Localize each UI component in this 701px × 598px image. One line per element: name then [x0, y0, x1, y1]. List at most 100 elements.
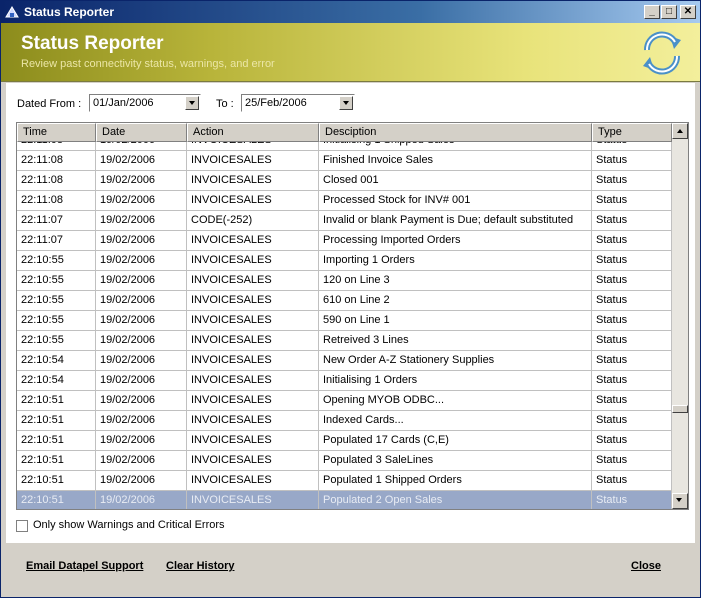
- cell-time: 22:10:51: [17, 451, 96, 471]
- banner-heading: Status Reporter: [21, 33, 164, 54]
- vertical-scrollbar[interactable]: [672, 123, 688, 509]
- to-label: To :: [216, 98, 234, 110]
- table-row[interactable]: 22:11:07 19/02/2006 CODE(-252) Invalid or b…: [17, 211, 672, 231]
- cell-time: 22:10:55: [17, 291, 96, 311]
- cell-type: Status: [592, 411, 672, 431]
- to-date-value: 25/Feb/2006: [245, 97, 307, 109]
- cell-time: 22:10:54: [17, 371, 96, 391]
- cell-description: Initialising 1 Orders: [319, 371, 592, 391]
- cell-description: Processing Imported Orders: [319, 231, 592, 251]
- scroll-thumb[interactable]: [672, 405, 688, 413]
- dated-from-dropdown-button[interactable]: [185, 96, 199, 110]
- cell-time: 22:10:54: [17, 351, 96, 371]
- cell-action: INVOICESALES: [187, 471, 319, 491]
- cell-type: Status: [592, 391, 672, 411]
- table-row[interactable]: 22:11:08 19/02/2006 INVOICESALES Closed 001…: [17, 171, 672, 191]
- cell-date: 19/02/2006: [96, 431, 187, 451]
- table-row[interactable]: 22:10:51 19/02/2006 INVOICESALES Opening MY…: [17, 391, 672, 411]
- cell-time: 22:11:08: [17, 171, 96, 191]
- to-date-combo[interactable]: 25/Feb/2006: [241, 94, 355, 112]
- cell-time: 22:10:55: [17, 271, 96, 291]
- cell-action: INVOICESALES: [187, 371, 319, 391]
- table-row[interactable]: 22:10:55 19/02/2006 INVOICESALES 610 on Lin…: [17, 291, 672, 311]
- maximize-button[interactable]: □: [661, 5, 677, 19]
- cell-date: 19/02/2006: [96, 251, 187, 271]
- cell-type: Status: [592, 311, 672, 331]
- column-header-date[interactable]: Date: [96, 123, 187, 142]
- cell-type: Status: [592, 431, 672, 451]
- minimize-button[interactable]: _: [644, 5, 660, 19]
- table-row[interactable]: 22:10:51 19/02/2006 INVOICESALES Populated …: [17, 491, 672, 509]
- warnings-only-label[interactable]: Only show Warnings and Critical Errors: [33, 519, 225, 531]
- table-row[interactable]: 22:10:51 19/02/2006 INVOICESALES Populated …: [17, 431, 672, 451]
- cell-date: 19/02/2006: [96, 142, 187, 151]
- window-title: Status Reporter: [24, 5, 115, 19]
- cell-date: 19/02/2006: [96, 151, 187, 171]
- cell-date: 19/02/2006: [96, 271, 187, 291]
- cell-description: 610 on Line 2: [319, 291, 592, 311]
- cell-type: Status: [592, 491, 672, 509]
- cell-date: 19/02/2006: [96, 331, 187, 351]
- column-header-time[interactable]: Time: [17, 123, 96, 142]
- table-row[interactable]: 22:10:51 19/02/2006 INVOICESALES Populated …: [17, 471, 672, 491]
- cell-action: INVOICESALES: [187, 411, 319, 431]
- cell-action: INVOICESALES: [187, 291, 319, 311]
- table-row[interactable]: 22:10:55 19/02/2006 INVOICESALES Importing …: [17, 251, 672, 271]
- status-grid[interactable]: Time Date Action Desciption Type 22:11:0…: [16, 122, 689, 510]
- column-header-description[interactable]: Desciption: [319, 123, 592, 142]
- column-header-action[interactable]: Action: [187, 123, 319, 142]
- cell-description: Populated 3 SaleLines: [319, 451, 592, 471]
- cell-date: 19/02/2006: [96, 231, 187, 251]
- cell-description: Processed Stock for INV# 001: [319, 191, 592, 211]
- cell-description: Indexed Cards...: [319, 411, 592, 431]
- cell-date: 19/02/2006: [96, 371, 187, 391]
- table-row[interactable]: 22:11:08 19/02/2006 INVOICESALES Processed …: [17, 191, 672, 211]
- cell-date: 19/02/2006: [96, 451, 187, 471]
- table-row[interactable]: 22:10:51 19/02/2006 INVOICESALES Populated …: [17, 451, 672, 471]
- cell-action: INVOICESALES: [187, 351, 319, 371]
- table-row[interactable]: 22:10:51 19/02/2006 INVOICESALES Indexed Ca…: [17, 411, 672, 431]
- cell-type: Status: [592, 351, 672, 371]
- warnings-only-checkbox[interactable]: [16, 520, 28, 532]
- grid-rows: 22:11:0819/02/2006INVOICESALESInitialisi…: [17, 142, 672, 509]
- cell-type: Status: [592, 142, 672, 151]
- email-support-link[interactable]: Email Datapel Support: [26, 560, 143, 572]
- cell-date: 19/02/2006: [96, 491, 187, 509]
- cell-time: 22:11:08: [17, 142, 96, 151]
- clear-history-link[interactable]: Clear History: [166, 560, 234, 572]
- table-row[interactable]: 22:10:55 19/02/2006 INVOICESALES 590 on Lin…: [17, 311, 672, 331]
- cell-type: Status: [592, 171, 672, 191]
- status-reporter-window: Status Reporter _ □ ✕ Status Reporter Re…: [0, 0, 701, 598]
- cell-type: Status: [592, 211, 672, 231]
- arrow-down-icon: [676, 498, 682, 502]
- refresh-icon: [643, 31, 681, 75]
- close-window-button[interactable]: ✕: [680, 5, 696, 19]
- dated-from-combo[interactable]: 01/Jan/2006: [89, 94, 201, 112]
- cell-action: INVOICESALES: [187, 171, 319, 191]
- table-row[interactable]: 22:10:54 19/02/2006 INVOICESALES Initialisi…: [17, 371, 672, 391]
- table-row[interactable]: 22:11:08 19/02/2006 INVOICESALES Finished I…: [17, 151, 672, 171]
- cell-description: New Order A-Z Stationery Supplies: [319, 351, 592, 371]
- cell-type: Status: [592, 451, 672, 471]
- cell-date: 19/02/2006: [96, 311, 187, 331]
- table-row[interactable]: 22:10:55 19/02/2006 INVOICESALES 120 on Lin…: [17, 271, 672, 291]
- scroll-up-button[interactable]: [672, 123, 688, 139]
- table-row[interactable]: 22:11:07 19/02/2006 INVOICESALES Processing…: [17, 231, 672, 251]
- title-bar[interactable]: Status Reporter _ □ ✕: [1, 1, 700, 23]
- cell-time: 22:11:07: [17, 211, 96, 231]
- cell-date: 19/02/2006: [96, 471, 187, 491]
- table-row[interactable]: 22:10:54 19/02/2006 INVOICESALES New Order …: [17, 351, 672, 371]
- table-row[interactable]: 22:10:55 19/02/2006 INVOICESALES Retreived …: [17, 331, 672, 351]
- close-link[interactable]: Close: [631, 560, 661, 572]
- column-header-type[interactable]: Type: [592, 123, 672, 142]
- cell-description: Finished Invoice Sales: [319, 151, 592, 171]
- scroll-down-button[interactable]: [672, 493, 688, 509]
- cell-action: INVOICESALES: [187, 271, 319, 291]
- cell-type: Status: [592, 271, 672, 291]
- to-date-dropdown-button[interactable]: [339, 96, 353, 110]
- cell-date: 19/02/2006: [96, 391, 187, 411]
- cell-action: INVOICESALES: [187, 191, 319, 211]
- table-row[interactable]: 22:11:0819/02/2006INVOICESALESInitialisi…: [17, 142, 672, 151]
- chevron-down-icon: [189, 101, 195, 105]
- cell-time: 22:10:51: [17, 431, 96, 451]
